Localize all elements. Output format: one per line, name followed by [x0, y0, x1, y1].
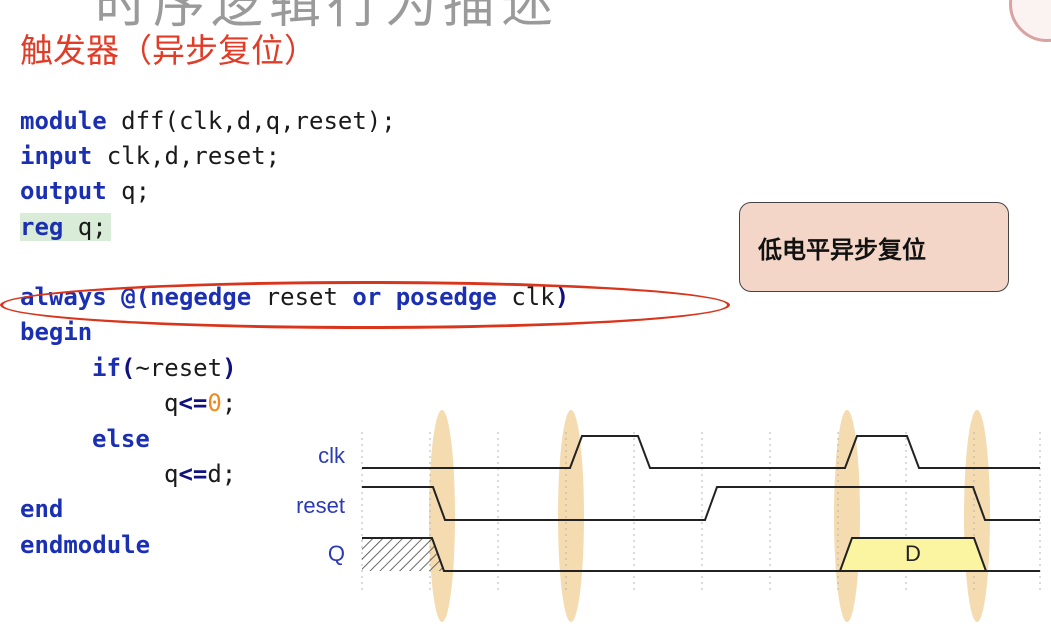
highlight-oval-reset-fall [429, 410, 455, 622]
highlight-oval-reset-fall-2 [964, 410, 990, 622]
signal-label-reset: reset [296, 493, 345, 518]
signal-label-clk: clk [318, 443, 346, 468]
q-waveform: D [362, 537, 1040, 572]
q-unknown-region [362, 538, 444, 571]
q-data-label: D [905, 541, 921, 566]
reset-waveform [362, 486, 1040, 521]
signal-label-q: Q [328, 541, 345, 566]
timing-diagram: clk reset Q D [296, 410, 1041, 622]
clk-waveform [362, 435, 1040, 469]
